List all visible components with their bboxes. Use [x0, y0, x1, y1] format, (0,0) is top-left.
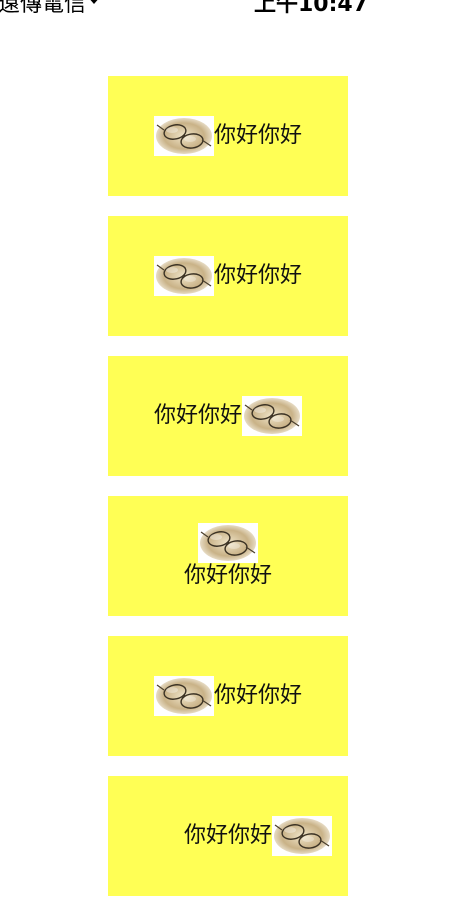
image-text-button-3[interactable]: 你好你好	[108, 356, 348, 476]
button-label: 你好你好	[213, 683, 302, 708]
glasses-image	[154, 116, 214, 156]
status-time: 上午10:47	[254, 0, 369, 17]
glasses-image	[154, 256, 214, 296]
button-label: 你好你好	[153, 403, 242, 428]
button-label: 你好你好	[213, 263, 302, 288]
carrier-name: 遠傳電信	[0, 0, 87, 17]
image-text-button-4[interactable]: 你好你好	[108, 496, 348, 616]
status-bar: 遠傳電信 上午10:47	[0, 0, 470, 20]
glasses-image	[198, 523, 258, 563]
glasses-image	[154, 676, 214, 716]
wifi-icon	[86, 0, 102, 4]
glasses-image	[242, 396, 302, 436]
button-label: 你好你好	[183, 563, 272, 588]
image-text-button-2[interactable]: 你好你好	[108, 216, 348, 336]
glasses-image	[272, 816, 332, 856]
image-text-button-1[interactable]: 你好你好	[108, 76, 348, 196]
button-label: 你好你好	[213, 123, 302, 148]
image-text-button-6[interactable]: 你好你好	[108, 776, 348, 896]
button-label: 你好你好	[183, 823, 272, 848]
image-text-button-5[interactable]: 你好你好	[108, 636, 348, 756]
